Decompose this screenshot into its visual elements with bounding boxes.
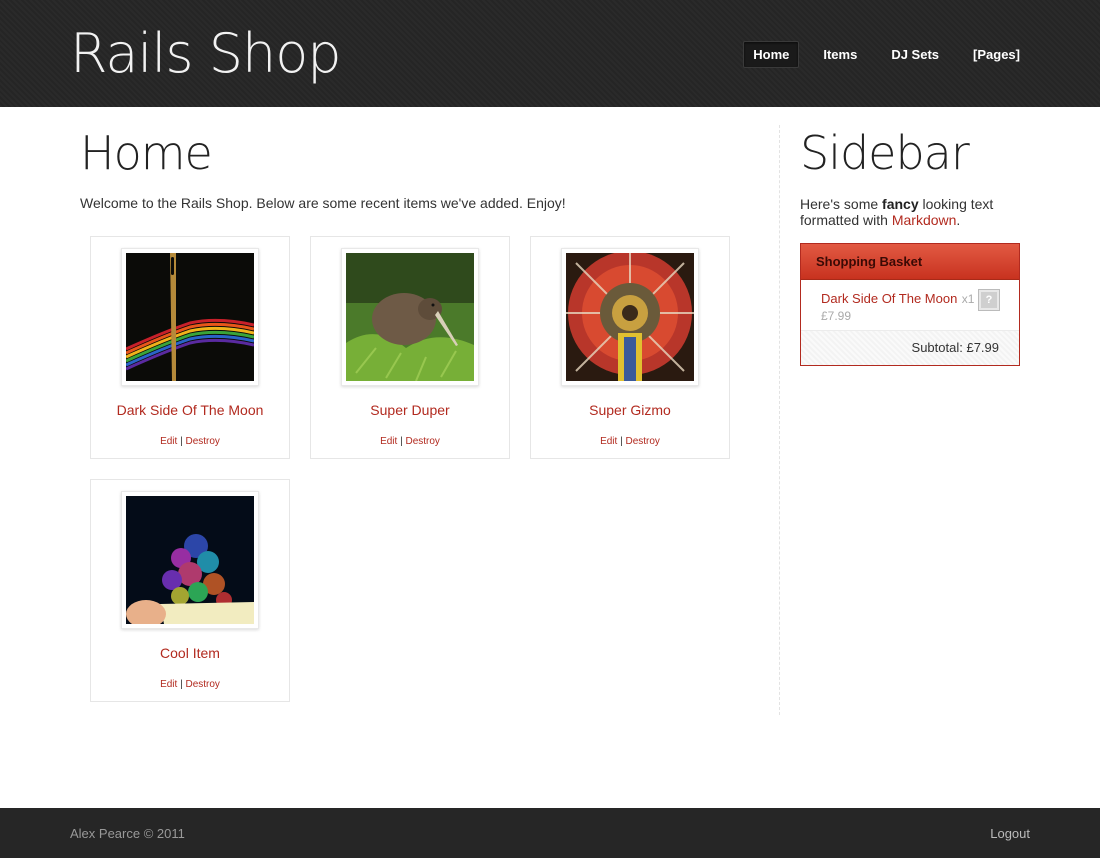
remove-item-icon[interactable]: ?	[978, 289, 1000, 311]
sidebar-text-part: Here's some	[800, 196, 883, 212]
sidebar-text-part: .	[956, 212, 961, 228]
nav-item-home[interactable]: Home	[743, 41, 800, 68]
basket-item-price: £7.99	[821, 309, 852, 323]
nav-item-pages[interactable]: [Pages]	[963, 41, 1030, 68]
item-card: Dark Side Of The Moon Edit | Destroy	[90, 236, 290, 459]
sidebar-text: Here's some fancy looking text formatted…	[800, 196, 1020, 228]
item-thumbnail[interactable]	[341, 248, 479, 386]
edit-link[interactable]: Edit	[160, 436, 177, 447]
basket-item-link[interactable]: Dark Side Of The Moon	[821, 291, 957, 306]
bokeh-lights-mug-image[interactable]	[126, 496, 254, 624]
site-header: Rails Shop Home Items DJ Sets [Pages]	[0, 0, 1100, 107]
item-card: Super Duper Edit | Destroy	[310, 236, 510, 459]
markdown-link[interactable]: Markdown	[892, 212, 957, 228]
item-actions: Edit | Destroy	[311, 436, 509, 447]
item-thumbnail[interactable]	[561, 248, 699, 386]
destroy-link[interactable]: Destroy	[625, 436, 659, 447]
item-actions: Edit | Destroy	[91, 436, 289, 447]
item-title-link[interactable]: Super Duper	[311, 402, 509, 418]
edit-link[interactable]: Edit	[160, 679, 177, 690]
item-title-link[interactable]: Dark Side Of The Moon	[91, 402, 289, 418]
site-footer: Alex Pearce © 2011 Logout	[0, 808, 1100, 858]
destroy-link[interactable]: Destroy	[185, 436, 219, 447]
rainbow-threads-needle-image[interactable]	[126, 253, 254, 381]
item-card: Cool Item Edit | Destroy	[90, 479, 290, 702]
sidebar-text-bold: fancy	[882, 196, 919, 212]
shopping-basket: Shopping Basket Dark Side Of The Moon x1…	[800, 243, 1020, 366]
basket-title: Shopping Basket	[801, 244, 1019, 280]
particle-detector-image[interactable]	[566, 253, 694, 381]
column-divider	[779, 125, 780, 715]
copyright-text: Alex Pearce © 2011	[70, 826, 185, 841]
nav-item-dj-sets[interactable]: DJ Sets	[881, 41, 949, 68]
site-brand[interactable]: Rails Shop	[70, 22, 342, 86]
item-title-link[interactable]: Cool Item	[91, 645, 289, 661]
welcome-text: Welcome to the Rails Shop. Below are som…	[80, 195, 566, 211]
edit-link[interactable]: Edit	[600, 436, 617, 447]
item-card: Super Gizmo Edit | Destroy	[530, 236, 730, 459]
edit-link[interactable]: Edit	[380, 436, 397, 447]
item-thumbnail[interactable]	[121, 491, 259, 629]
kiwi-bird-image[interactable]	[346, 253, 474, 381]
nav-item-items[interactable]: Items	[813, 41, 867, 68]
page-title: Home	[80, 126, 213, 180]
basket-subtotal: Subtotal: £7.99	[801, 331, 1019, 365]
sidebar-title: Sidebar	[800, 126, 970, 180]
item-actions: Edit | Destroy	[531, 436, 729, 447]
item-thumbnail[interactable]	[121, 248, 259, 386]
destroy-link[interactable]: Destroy	[185, 679, 219, 690]
main-nav: Home Items DJ Sets [Pages]	[743, 41, 1030, 68]
destroy-link[interactable]: Destroy	[405, 436, 439, 447]
basket-item-quantity: x1	[961, 292, 975, 306]
logout-link[interactable]: Logout	[990, 826, 1030, 841]
basket-line-item: Dark Side Of The Moon x1 £7.99 ?	[801, 280, 1019, 331]
item-actions: Edit | Destroy	[91, 679, 289, 690]
item-title-link[interactable]: Super Gizmo	[531, 402, 729, 418]
